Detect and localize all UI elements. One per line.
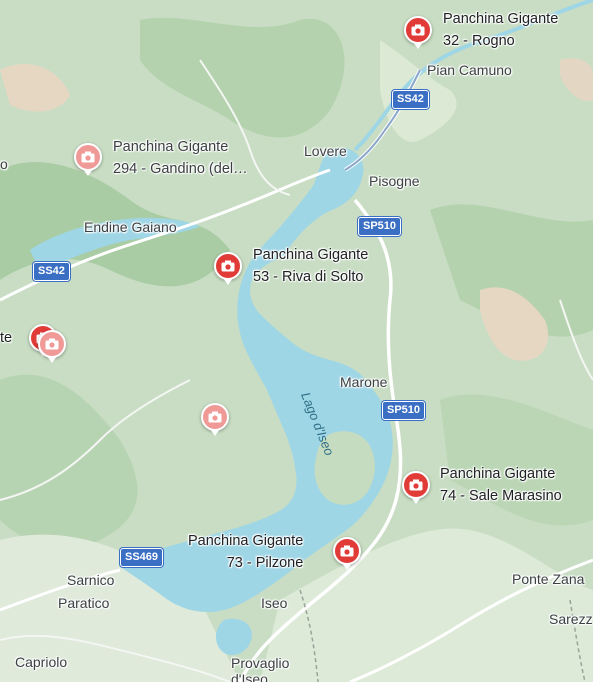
poi-label-edge: te bbox=[0, 330, 13, 346]
town-label-lovere: Lovere bbox=[304, 143, 347, 159]
poi-subtitle: 53 - Riva di Solto bbox=[253, 269, 364, 285]
road-shield-sp510: SP510 bbox=[358, 217, 402, 236]
town-label-edge: o bbox=[0, 156, 8, 172]
road-shield-sp510-south: SP510 bbox=[382, 401, 426, 420]
camera-icon bbox=[45, 338, 59, 350]
town-label-sarnico: Sarnico bbox=[67, 572, 115, 588]
camera-icon-pin-riva[interactable] bbox=[214, 252, 242, 285]
town-label-ponte-zanano: Ponte Zana bbox=[512, 571, 585, 587]
camera-icon bbox=[411, 24, 425, 36]
camera-icon-pin-west-pink[interactable] bbox=[38, 330, 66, 363]
camera-icon bbox=[409, 479, 423, 491]
camera-icon bbox=[221, 260, 235, 272]
road-shield-ss42-west: SS42 bbox=[33, 262, 70, 281]
poi-label-pilzone[interactable]: Panchina Gigante 73 - Pilzone bbox=[188, 530, 303, 574]
poi-title: Panchina Gigante bbox=[188, 533, 304, 549]
camera-icon bbox=[208, 411, 222, 423]
camera-icon-pin-gandino[interactable] bbox=[74, 143, 102, 176]
camera-icon bbox=[81, 151, 95, 163]
camera-icon-pin-pilzone[interactable] bbox=[333, 537, 361, 570]
town-label-endine-gaiano: Endine Gaiano bbox=[84, 219, 177, 235]
camera-icon bbox=[340, 545, 354, 557]
town-label-marone: Marone bbox=[340, 374, 388, 390]
town-label-paratico: Paratico bbox=[58, 595, 110, 611]
camera-icon-pin-marasino[interactable] bbox=[402, 471, 430, 504]
road-shield-ss469: SS469 bbox=[120, 548, 164, 567]
poi-subtitle: 32 - Rogno bbox=[443, 33, 515, 49]
poi-title: Panchina Gigante bbox=[443, 11, 559, 27]
camera-icon-pin-center-pink[interactable] bbox=[201, 403, 229, 436]
poi-subtitle: 73 - Pilzone bbox=[226, 555, 304, 571]
poi-label-gandino[interactable]: Panchina Gigante 294 - Gandino (del… bbox=[113, 136, 248, 180]
poi-title: Panchina Gigante bbox=[440, 466, 556, 482]
town-label-capriolo: Capriolo bbox=[15, 654, 68, 670]
town-label-provaglio: Provaglio d'Iseo bbox=[231, 655, 290, 682]
town-label-pisogne: Pisogne bbox=[369, 173, 420, 189]
poi-label-rogno[interactable]: Panchina Gigante 32 - Rogno bbox=[443, 8, 558, 52]
poi-title: Panchina Gigante bbox=[113, 139, 229, 155]
town-label-pian-camuno: Pian Camuno bbox=[427, 62, 512, 78]
poi-label-riva[interactable]: Panchina Gigante 53 - Riva di Solto bbox=[253, 244, 368, 288]
camera-icon-pin-rogno[interactable] bbox=[404, 16, 432, 49]
town-label-iseo: Iseo bbox=[261, 595, 288, 611]
road-shield-ss42: SS42 bbox=[392, 90, 429, 109]
poi-title: Panchina Gigante bbox=[253, 247, 369, 263]
poi-subtitle: 294 - Gandino (del… bbox=[113, 161, 248, 177]
poi-label-marasino[interactable]: Panchina Gigante 74 - Sale Marasino bbox=[440, 463, 562, 507]
town-label-sarezzo: Sarezz bbox=[549, 611, 593, 627]
poi-subtitle: 74 - Sale Marasino bbox=[440, 488, 562, 504]
